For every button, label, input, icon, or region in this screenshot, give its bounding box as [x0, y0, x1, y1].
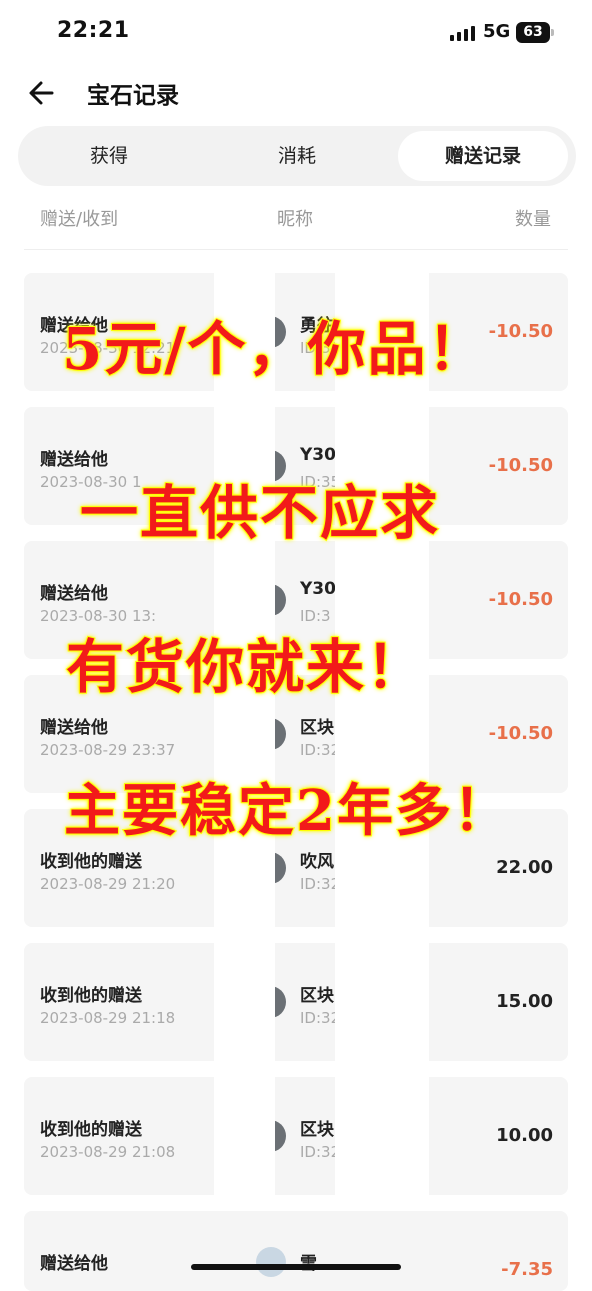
- record-time: 2023-08-29 21:18: [40, 1009, 176, 1027]
- page-title: 宝石记录: [87, 83, 179, 109]
- cellular-signal-icon: [450, 26, 475, 41]
- record-nickname: 吹风: [300, 852, 334, 872]
- avatar: [256, 1247, 286, 1277]
- overlay-text: 一直供不应求: [79, 478, 441, 548]
- record-type: 赠送给他: [40, 584, 108, 604]
- status-bar: 22:21 5G 63: [0, 0, 592, 68]
- battery-icon: 63: [516, 22, 554, 43]
- record-amount: 22.00: [496, 857, 553, 878]
- record-type: 收到他的赠送: [40, 986, 142, 1006]
- record-row[interactable]: 收到他的赠送 2023-08-29 21:18 区块 ID:32 15.00: [24, 943, 568, 1061]
- record-nickname: 雪: [300, 1249, 317, 1274]
- tab-obtained[interactable]: 获得: [18, 131, 200, 181]
- column-header-amount: 数量: [515, 209, 551, 230]
- record-nickname: Y30: [300, 445, 336, 465]
- record-amount: 15.00: [496, 991, 553, 1012]
- record-time: 2023-08-29 21:08: [40, 1143, 176, 1161]
- record-time: 2023-08-29 23:37: [40, 741, 176, 759]
- status-time: 22:21: [57, 18, 130, 43]
- record-amount: 10.00: [496, 1125, 553, 1146]
- back-arrow-icon[interactable]: [24, 75, 60, 111]
- column-header-type: 赠送/收到: [40, 209, 119, 230]
- record-type: 赠送给他: [40, 1254, 108, 1274]
- record-type: 赠送给他: [40, 718, 108, 738]
- home-indicator[interactable]: [191, 1264, 401, 1270]
- record-amount: -7.35: [501, 1259, 553, 1280]
- redaction-strip: [214, 268, 275, 1195]
- overlay-text: 有货你就来！: [65, 632, 427, 702]
- record-nickname: 区块: [300, 986, 334, 1006]
- record-amount: -10.50: [488, 321, 553, 342]
- record-nickname: Y30: [300, 579, 336, 599]
- record-row[interactable]: 收到他的赠送 2023-08-29 21:08 区块 ID:32 10.00: [24, 1077, 568, 1195]
- tab-gift-records[interactable]: 赠送记录: [398, 131, 568, 181]
- record-nickname: 区块: [300, 1120, 334, 1140]
- record-type: 收到他的赠送: [40, 1120, 142, 1140]
- header-divider: [24, 249, 568, 250]
- network-type: 5G: [483, 21, 511, 42]
- tab-bar: 获得 消耗 赠送记录: [18, 126, 576, 186]
- record-row[interactable]: 赠送给他 雪 -7.35: [24, 1211, 568, 1291]
- record-type: 收到他的赠送: [40, 852, 142, 872]
- tab-consumed[interactable]: 消耗: [204, 131, 390, 181]
- column-header-nickname: 昵称: [277, 209, 313, 230]
- record-nickname: 区块: [300, 718, 334, 738]
- record-time: 2023-08-29 21:20: [40, 875, 176, 893]
- redaction-strip: [335, 268, 429, 1195]
- overlay-text: 5元/个，你品！: [61, 314, 488, 384]
- overlay-text: 主要稳定2年多！: [63, 777, 511, 845]
- record-amount: -10.50: [488, 455, 553, 476]
- record-amount: -10.50: [488, 723, 553, 744]
- record-amount: -10.50: [488, 589, 553, 610]
